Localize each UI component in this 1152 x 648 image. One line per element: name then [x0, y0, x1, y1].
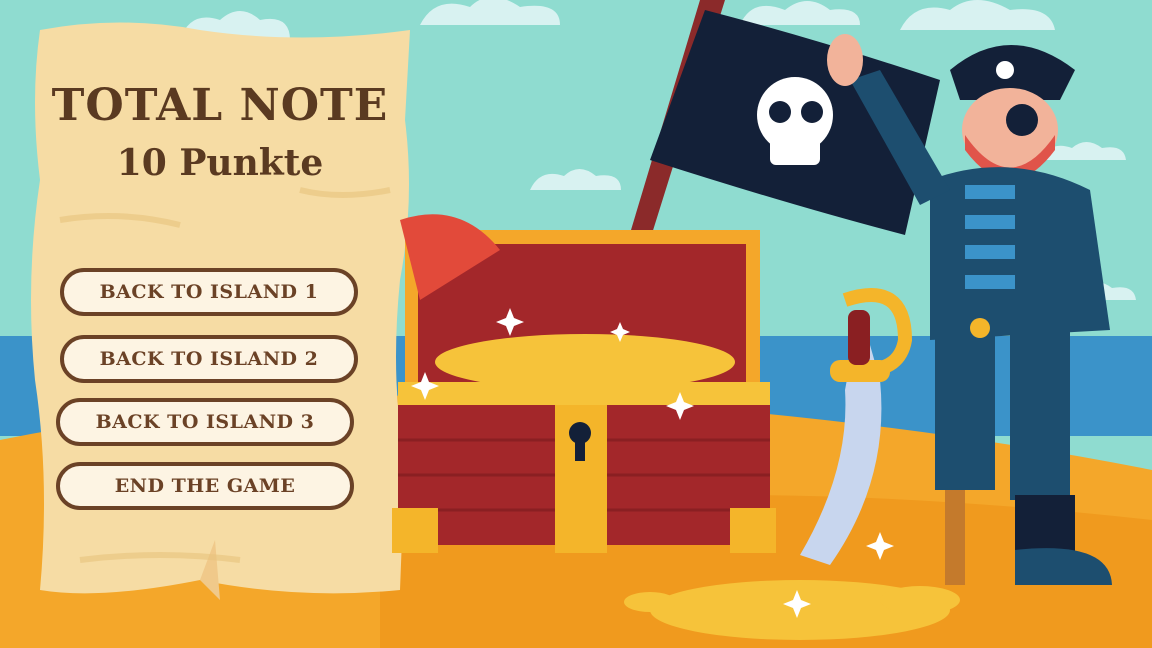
back-to-island-2-button[interactable]: BACK TO ISLAND 2	[60, 335, 358, 383]
back-to-island-3-button[interactable]: BACK TO ISLAND 3	[56, 398, 354, 446]
treasure-chest	[392, 214, 776, 553]
score-value: 10 Punkte	[116, 142, 324, 184]
end-game-button[interactable]: END THE GAME	[56, 462, 354, 510]
score-title: TOTAL NOTE	[51, 80, 389, 131]
gold-coins-pile	[435, 334, 735, 390]
back-to-island-1-button[interactable]: BACK TO ISLAND 1	[60, 268, 358, 316]
